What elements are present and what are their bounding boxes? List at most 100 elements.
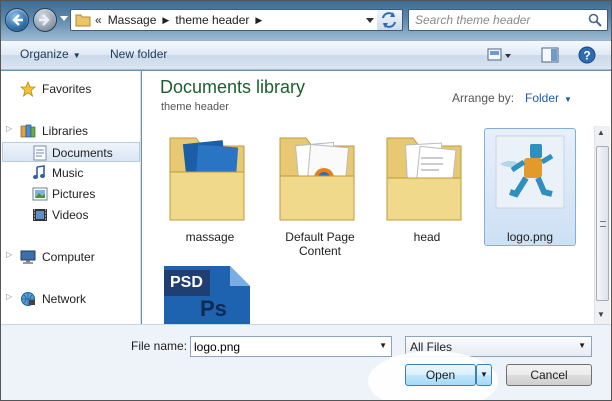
open-button[interactable]: Open [405,364,476,386]
sidebar-item-documents[interactable]: Documents [2,142,140,162]
crumb-separator-icon[interactable]: ▶ [156,13,175,27]
back-button[interactable] [5,8,29,32]
open-options-dropdown[interactable]: ▼ [476,364,492,386]
change-view-button[interactable] [487,46,513,67]
sidebar-item-favorites[interactable]: Favorites [0,79,141,99]
address-bar-region: « Massage ▶ theme header ▶ [0,0,612,40]
preview-pane-button[interactable] [541,46,559,67]
sidebar-item-label: Music [52,166,84,180]
sidebar-item-label: Documents [52,146,113,160]
preview-pane-icon [541,47,559,63]
scroll-down-icon[interactable]: ▼ [597,310,605,319]
sidebar-item-label: Videos [52,208,89,222]
folder-with-documents-icon [279,137,355,221]
refresh-icon [382,12,396,28]
chevron-down-icon: ▼ [72,51,81,60]
address-dropdown-button[interactable] [363,9,377,31]
file-item-psd[interactable]: Ps PSD [164,266,256,324]
vertical-scrollbar[interactable]: ▲ ▼ [594,126,610,324]
sidebar-item-label: Pictures [52,187,96,201]
chevron-down-icon: ▼ [480,370,488,379]
search-box[interactable] [408,9,608,31]
organize-label: Organize [20,47,69,61]
sidebar-item-label: Favorites [42,82,92,96]
recent-pages-dropdown-icon[interactable] [60,16,68,22]
file-name: Default Page Content [285,230,355,258]
arrange-by-value: Folder [525,91,560,105]
folder-icon [75,14,91,27]
forward-arrow-icon [39,14,50,26]
sidebar-item-computer[interactable]: ▷ Computer [0,247,141,267]
overflow-chevron[interactable]: « [95,13,108,27]
file-name: massage [185,230,235,244]
expand-arrow-icon[interactable]: ▷ [6,292,12,301]
organize-button[interactable]: Organize ▼ [20,47,81,61]
svg-text:Ps: Ps [200,296,227,321]
pictures-icon [32,187,48,201]
file-name-input[interactable] [194,338,374,355]
videos-icon [33,209,47,221]
command-toolbar: Organize ▼ New folder ? [0,40,612,70]
new-folder-button[interactable]: New folder [110,47,167,61]
folder-with-pages-icon [386,137,462,221]
chevron-down-icon: ▼ [564,95,572,104]
arrange-by-label: Arrange by: [452,91,515,105]
star-icon [20,81,36,97]
image-thumbnail-icon [495,135,565,209]
back-arrow-icon [12,14,23,26]
chevron-down-icon: ▼ [578,341,586,350]
sidebar-item-network[interactable]: ▷ Network [0,289,141,309]
folder-with-psd-icon: Ps [169,137,245,221]
view-icon [487,48,511,61]
arrange-by-dropdown[interactable]: Folder ▼ [525,91,572,105]
breadcrumb-theme-header[interactable]: theme header [175,13,249,27]
forward-button[interactable] [33,8,57,32]
music-icon [33,165,45,179]
file-name: head [413,230,441,244]
sidebar-item-videos[interactable]: Videos [0,205,141,225]
sidebar-item-libraries[interactable]: ▷ Libraries [0,121,141,141]
documents-icon [33,145,47,161]
file-item-massage[interactable]: Ps massage [164,128,256,248]
libraries-icon [20,124,36,138]
crumb-separator-icon[interactable]: ▶ [249,13,268,27]
file-name: logo.png [506,230,554,244]
help-button[interactable]: ? [578,46,596,67]
navigation-pane: Favorites ▷ Libraries Documents Music Pi… [0,71,141,324]
page-title: Documents library [160,77,306,97]
chevron-down-icon[interactable]: ▼ [379,341,387,350]
svg-text:?: ? [583,49,590,63]
new-folder-label: New folder [110,47,168,61]
file-name-combobox[interactable]: ▼ [190,336,392,357]
file-item-head[interactable]: head [381,128,473,248]
expand-arrow-icon[interactable]: ▷ [6,250,12,259]
file-item-logo-png[interactable]: logo.png [484,128,576,246]
file-item-default-page-content[interactable]: Default Page Content [274,128,366,258]
expand-arrow-icon[interactable]: ▷ [6,124,12,133]
chevron-down-icon [366,18,374,23]
network-icon [21,292,35,306]
sidebar-item-label: Computer [42,250,95,264]
computer-icon [20,250,36,264]
cancel-label: Cancel [530,368,568,382]
file-dialog-footer: File name: ▼ All Files ▼ [0,324,612,401]
grip-icon [600,221,606,227]
search-icon[interactable] [588,13,602,27]
address-field[interactable]: « Massage ▶ theme header ▶ [70,9,403,31]
scroll-up-icon[interactable]: ▲ [597,128,605,137]
open-label: Open [425,368,456,382]
library-subtitle: theme header [161,101,229,113]
refresh-button[interactable] [377,9,403,31]
breadcrumb: « Massage ▶ theme header ▶ [95,13,268,27]
sidebar-item-music[interactable]: Music [0,163,141,183]
psd-badge: PSD [170,274,203,291]
breadcrumb-massage[interactable]: Massage [108,13,157,27]
help-icon: ? [578,46,596,64]
sidebar-item-label: Libraries [42,124,89,138]
cancel-button[interactable]: Cancel [506,364,592,386]
file-name-label: File name: [131,339,188,353]
scroll-thumb[interactable] [596,146,609,301]
sidebar-item-label: Network [42,292,87,306]
search-input[interactable] [415,11,585,29]
sidebar-item-pictures[interactable]: Pictures [0,184,141,204]
